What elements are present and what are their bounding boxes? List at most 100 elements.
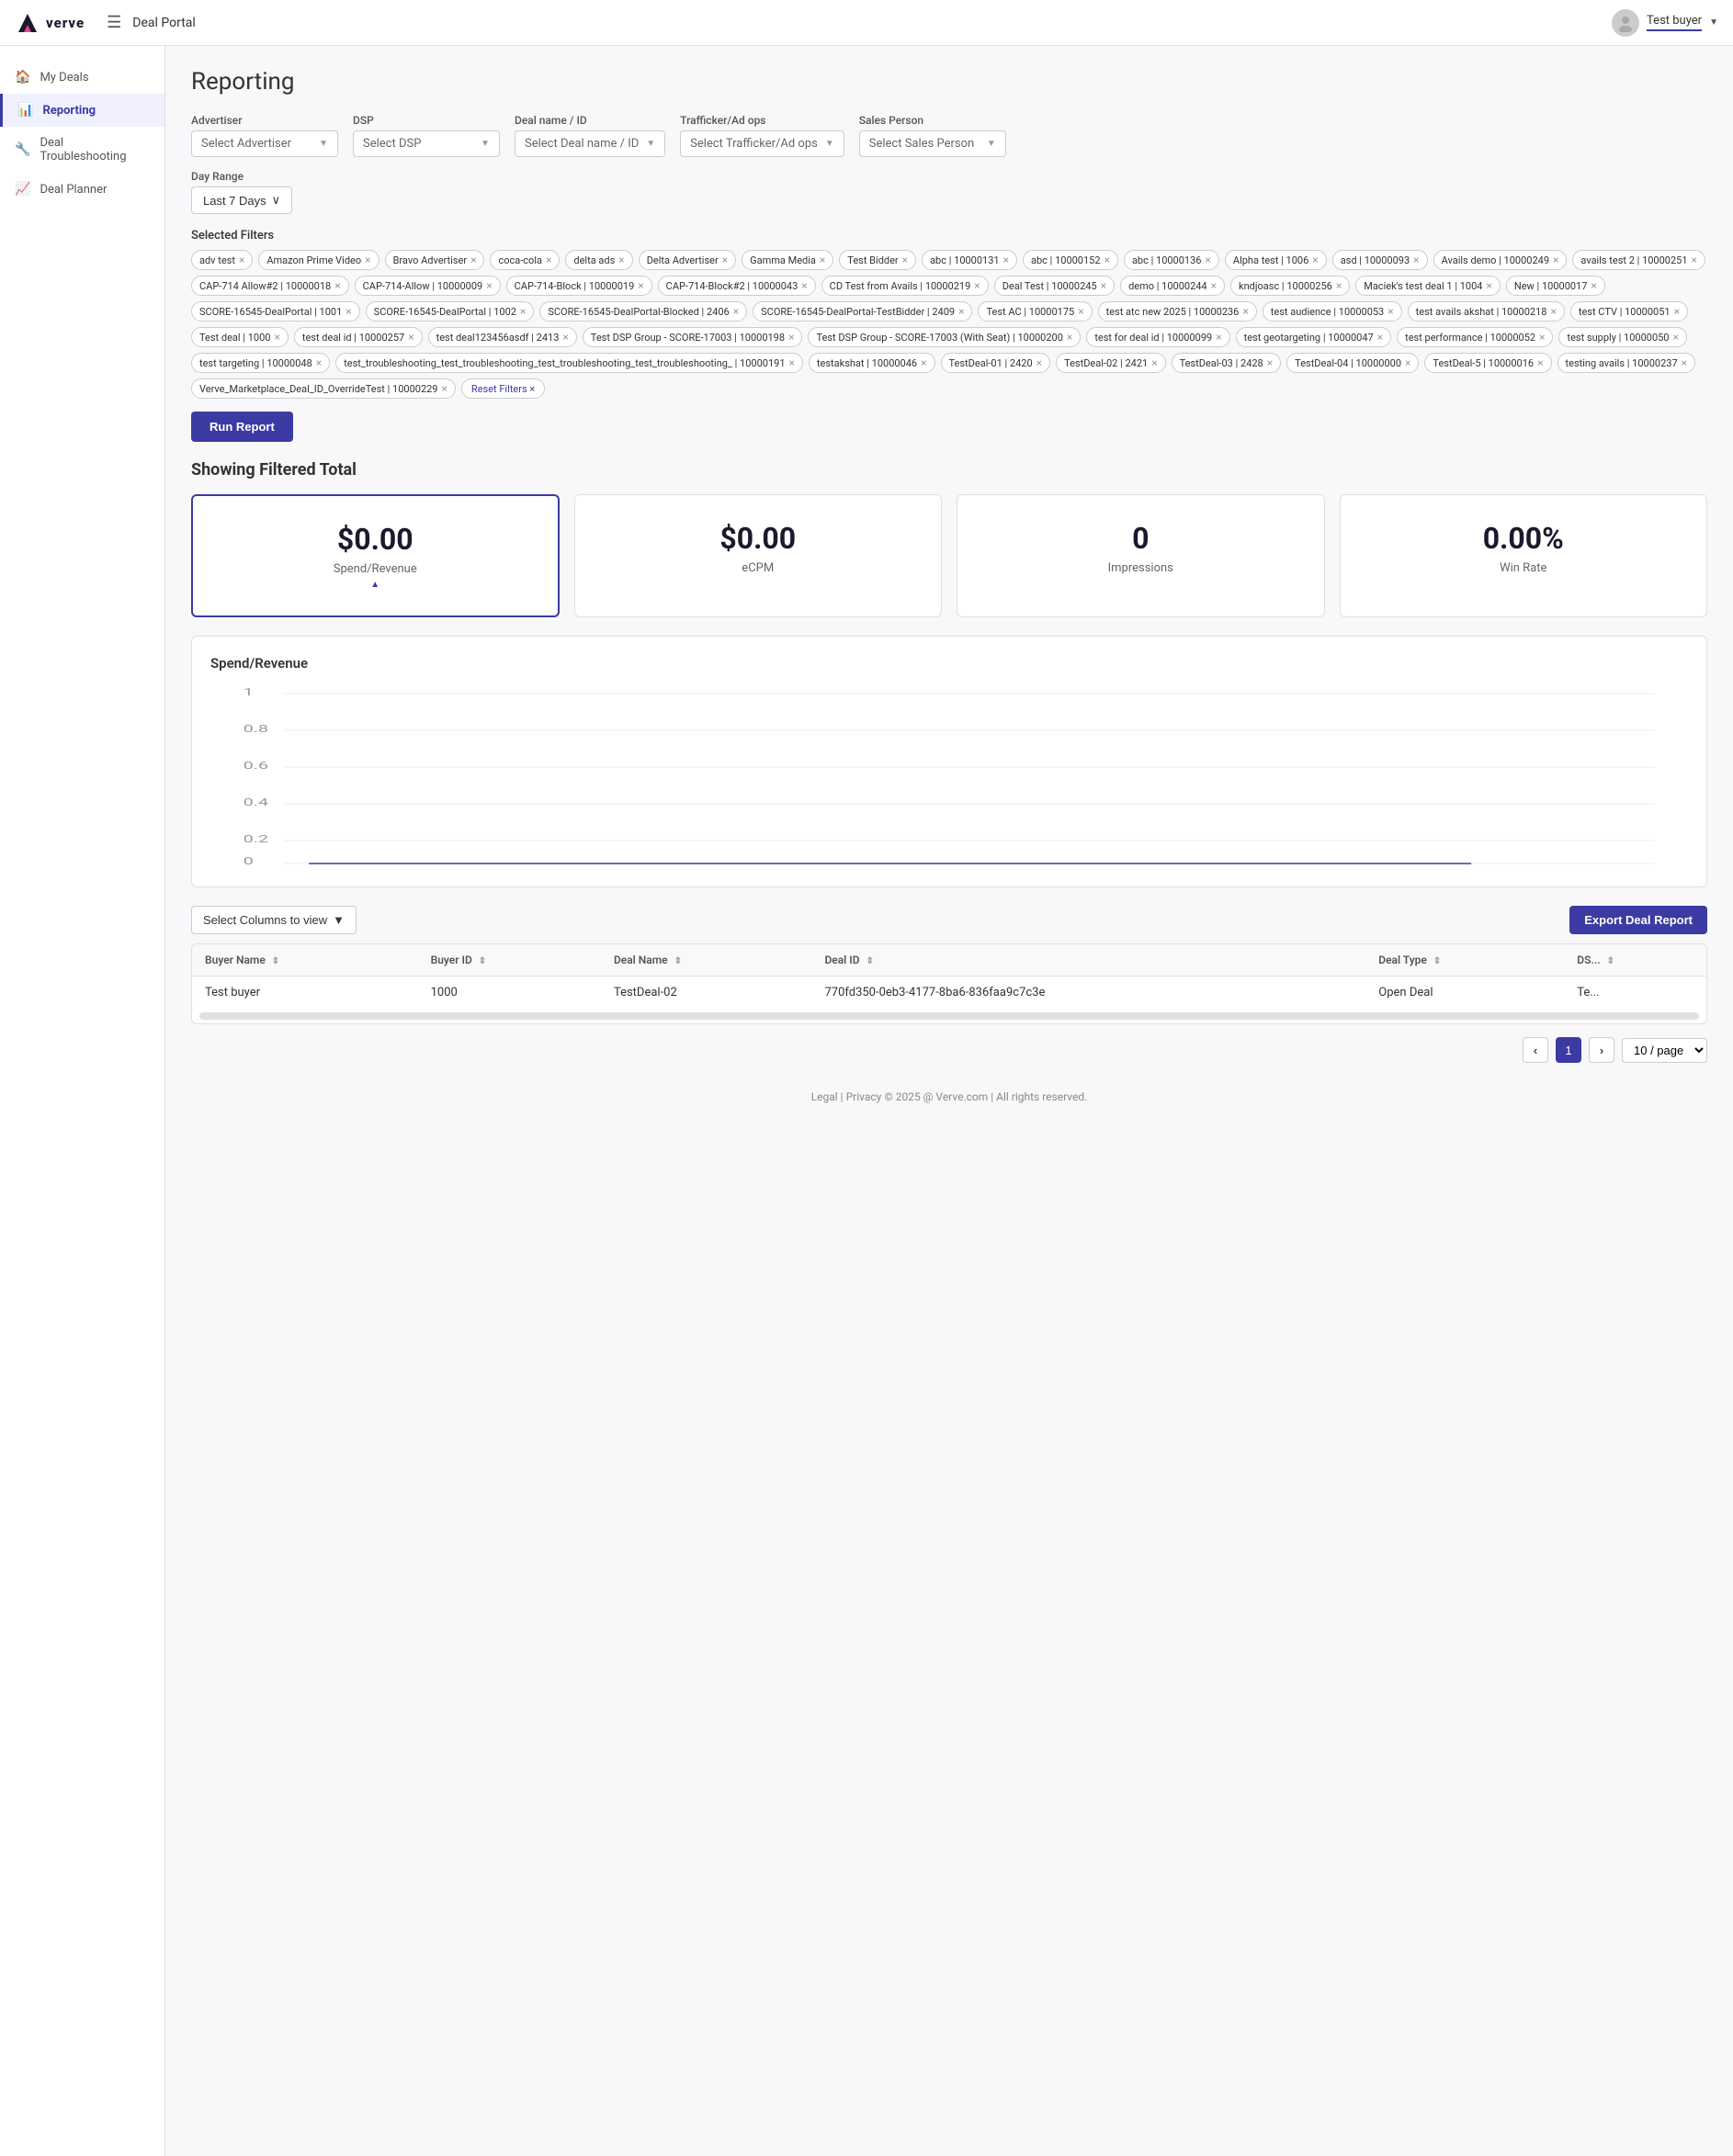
filter-tag-remove[interactable]: × — [902, 254, 908, 266]
run-report-button[interactable]: Run Report — [191, 412, 293, 442]
col-deal-type: Deal Type ⇕ — [1365, 944, 1564, 976]
filter-tag-remove[interactable]: × — [820, 254, 825, 266]
filter-tag: SCORE-16545-DealPortal | 1002× — [366, 301, 535, 322]
filter-tag-remove[interactable]: × — [801, 279, 807, 292]
filter-tag-remove[interactable]: × — [486, 279, 492, 292]
filter-tag: testakshat | 10000046× — [809, 353, 935, 373]
filter-tag-remove[interactable]: × — [1539, 331, 1545, 344]
filter-tag-remove[interactable]: × — [345, 305, 351, 318]
export-deal-report-button[interactable]: Export Deal Report — [1569, 906, 1707, 934]
sales-person-placeholder: Select Sales Person — [869, 137, 974, 151]
filter-tag-remove[interactable]: × — [316, 356, 322, 369]
filter-tag-remove[interactable]: × — [442, 382, 447, 395]
sales-person-select[interactable]: Select Sales Person ▼ — [859, 130, 1006, 157]
columns-select-label: Select Columns to view — [203, 913, 327, 927]
day-range-button[interactable]: Last 7 Days ∨ — [191, 186, 292, 214]
filter-tag-remove[interactable]: × — [520, 305, 526, 318]
deal-name-select[interactable]: Select Deal name / ID ▼ — [515, 130, 665, 157]
filter-tag-remove[interactable]: × — [1267, 356, 1273, 369]
filter-tag-remove[interactable]: × — [1553, 254, 1558, 266]
filter-tag-remove[interactable]: × — [1388, 305, 1393, 318]
sidebar-item-reporting[interactable]: 📊 Reporting — [0, 94, 164, 127]
filter-tag: CAP-714 Allow#2 | 10000018× — [191, 276, 349, 296]
filter-tag-remove[interactable]: × — [789, 356, 795, 369]
filter-tag-remove[interactable]: × — [334, 279, 340, 292]
filter-tag-remove[interactable]: × — [1211, 279, 1217, 292]
filter-tag-remove[interactable]: × — [1377, 331, 1383, 344]
col-buyer-id: Buyer ID ⇕ — [418, 944, 601, 976]
filter-tag: test deal id | 10000257× — [294, 327, 423, 347]
filter-tag-remove[interactable]: × — [1550, 305, 1556, 318]
filter-tag: SCORE-16545-DealPortal-TestBidder | 2409… — [753, 301, 972, 322]
filter-tag-remove[interactable]: × — [274, 331, 279, 344]
prev-page-button[interactable]: ‹ — [1523, 1037, 1548, 1063]
filter-tag-remove[interactable]: × — [638, 279, 643, 292]
trafficker-filter-group: Trafficker/Ad ops Select Trafficker/Ad o… — [680, 114, 844, 157]
hamburger-icon[interactable]: ☰ — [107, 13, 121, 32]
filter-tag-remove[interactable]: × — [1078, 305, 1083, 318]
table-toolbar: Select Columns to view ▼ Export Deal Rep… — [191, 906, 1707, 934]
user-area[interactable]: Test buyer ▼ — [1612, 9, 1718, 37]
filter-tag-remove[interactable]: × — [1405, 356, 1410, 369]
filter-tag: Test deal | 1000× — [191, 327, 289, 347]
filter-tag-remove[interactable]: × — [1673, 331, 1679, 344]
current-page: 1 — [1565, 1044, 1571, 1057]
next-page-button[interactable]: › — [1589, 1037, 1614, 1063]
day-range-label: Day Range — [191, 170, 1707, 183]
filter-tag-remove[interactable]: × — [1067, 331, 1072, 344]
advertiser-select[interactable]: Select Advertiser ▼ — [191, 130, 338, 157]
filter-tag-remove[interactable]: × — [470, 254, 476, 266]
filter-tag-remove[interactable]: × — [974, 279, 980, 292]
horizontal-scrollbar[interactable] — [199, 1012, 1699, 1020]
filter-tag-remove[interactable]: × — [1537, 356, 1543, 369]
dsp-select[interactable]: Select DSP ▼ — [353, 130, 500, 157]
filter-tag-remove[interactable]: × — [958, 305, 964, 318]
filter-tag-remove[interactable]: × — [1692, 254, 1697, 266]
filter-tag-remove[interactable]: × — [562, 331, 568, 344]
filter-tag-remove[interactable]: × — [1003, 254, 1009, 266]
filter-tag-remove[interactable]: × — [1413, 254, 1419, 266]
reset-filters-button[interactable]: Reset Filters × — [461, 378, 545, 399]
page-1-button[interactable]: 1 — [1556, 1037, 1581, 1063]
columns-select-button[interactable]: Select Columns to view ▼ — [191, 906, 357, 934]
filter-tag-remove[interactable]: × — [1242, 305, 1248, 318]
day-range-value: Last 7 Days — [203, 194, 266, 208]
filter-tag-label: Gamma Media — [750, 254, 816, 266]
sidebar-item-deal-troubleshooting[interactable]: 🔧 Deal Troubleshooting — [0, 127, 164, 173]
filter-tag-label: TestDeal-02 | 2421 — [1064, 357, 1148, 369]
filter-tag-remove[interactable]: × — [239, 254, 244, 266]
sort-icon-deal-name: ⇕ — [674, 956, 682, 966]
filter-tag-remove[interactable]: × — [1674, 305, 1680, 318]
filter-tag-remove[interactable]: × — [1682, 356, 1687, 369]
filter-tag: Gamma Media × — [742, 250, 833, 270]
filter-tag-remove[interactable]: × — [618, 254, 624, 266]
filter-tag-remove[interactable]: × — [1216, 331, 1221, 344]
filter-tag-remove[interactable]: × — [1151, 356, 1157, 369]
advertiser-chevron-icon: ▼ — [319, 139, 328, 149]
filter-tag: TestDeal-04 | 10000000× — [1286, 353, 1419, 373]
filter-tag-remove[interactable]: × — [1101, 279, 1106, 292]
filter-tag-remove[interactable]: × — [733, 305, 739, 318]
filter-tag-remove[interactable]: × — [1104, 254, 1110, 266]
filter-tag-remove[interactable]: × — [1486, 279, 1491, 292]
sidebar-item-deal-planner[interactable]: 📈 Deal Planner — [0, 173, 164, 206]
filter-tag-remove[interactable]: × — [408, 331, 413, 344]
filter-tag-remove[interactable]: × — [1591, 279, 1596, 292]
filter-tag-label: TestDeal-03 | 2428 — [1180, 357, 1263, 369]
filter-tag-remove[interactable]: × — [1205, 254, 1210, 266]
filter-tag-remove[interactable]: × — [365, 254, 370, 266]
filter-tag-remove[interactable]: × — [722, 254, 728, 266]
filter-tag-label: test audience | 10000053 — [1271, 306, 1384, 318]
trafficker-select[interactable]: Select Trafficker/Ad ops ▼ — [680, 130, 844, 157]
sidebar-item-my-deals[interactable]: 🏠 My Deals — [0, 61, 164, 94]
filter-tag-remove[interactable]: × — [788, 331, 794, 344]
filter-tag-remove[interactable]: × — [1036, 356, 1042, 369]
filter-tag: delta ads× — [565, 250, 632, 270]
logo: verve — [15, 10, 85, 36]
filter-tag-remove[interactable]: × — [921, 356, 926, 369]
filter-tag-remove[interactable]: × — [1336, 279, 1342, 292]
filter-tag-remove[interactable]: × — [1312, 254, 1318, 266]
deals-table: Buyer Name ⇕ Buyer ID ⇕ Deal Name ⇕ Deal… — [192, 944, 1706, 1009]
per-page-select[interactable]: 10 / page — [1622, 1038, 1707, 1063]
filter-tag-remove[interactable]: × — [546, 254, 551, 266]
